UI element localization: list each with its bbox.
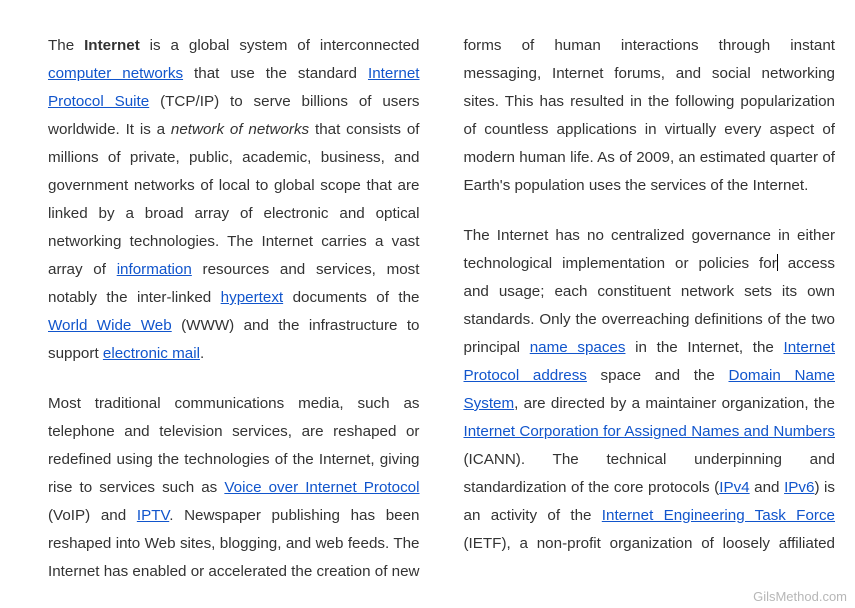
text: is a global system of interconnected [140,37,420,54]
text: in the Internet, the [625,339,783,356]
text: that use the standard [183,65,368,82]
link-information[interactable]: information [117,261,192,278]
bold-internet: Internet [84,37,140,54]
text: The [48,37,84,54]
link-hypertext[interactable]: hypertext [221,289,283,306]
text: . [200,345,204,362]
text: that consists of millions of private, pu… [48,121,420,278]
text: and [750,479,784,496]
link-iptv[interactable]: IPTV [137,507,169,524]
link-world-wide-web[interactable]: World Wide Web [48,317,172,334]
italic-network-of-networks: network of networks [171,121,309,138]
text: , are directed by a maintainer organizat… [514,395,835,412]
text: (VoIP) and [48,507,137,524]
text: space and the [587,367,729,384]
paragraph-1: The Internet is a global system of inter… [48,32,420,368]
watermark: GilsMethod.com [753,589,847,604]
link-ipv6[interactable]: IPv6 [784,479,814,496]
link-electronic-mail[interactable]: electronic mail [103,345,200,362]
text: documents of the [283,289,419,306]
link-computer-networks[interactable]: computer networks [48,65,183,82]
link-ipv4[interactable]: IPv4 [719,479,749,496]
link-name-spaces[interactable]: name spaces [530,339,626,356]
link-voip[interactable]: Voice over Internet Protocol [224,479,419,496]
document-body: The Internet is a global system of inter… [0,0,855,608]
link-ietf[interactable]: Internet Engineering Task Force [602,507,835,524]
link-icann[interactable]: Internet Corporation for Assigned Names … [464,423,836,440]
